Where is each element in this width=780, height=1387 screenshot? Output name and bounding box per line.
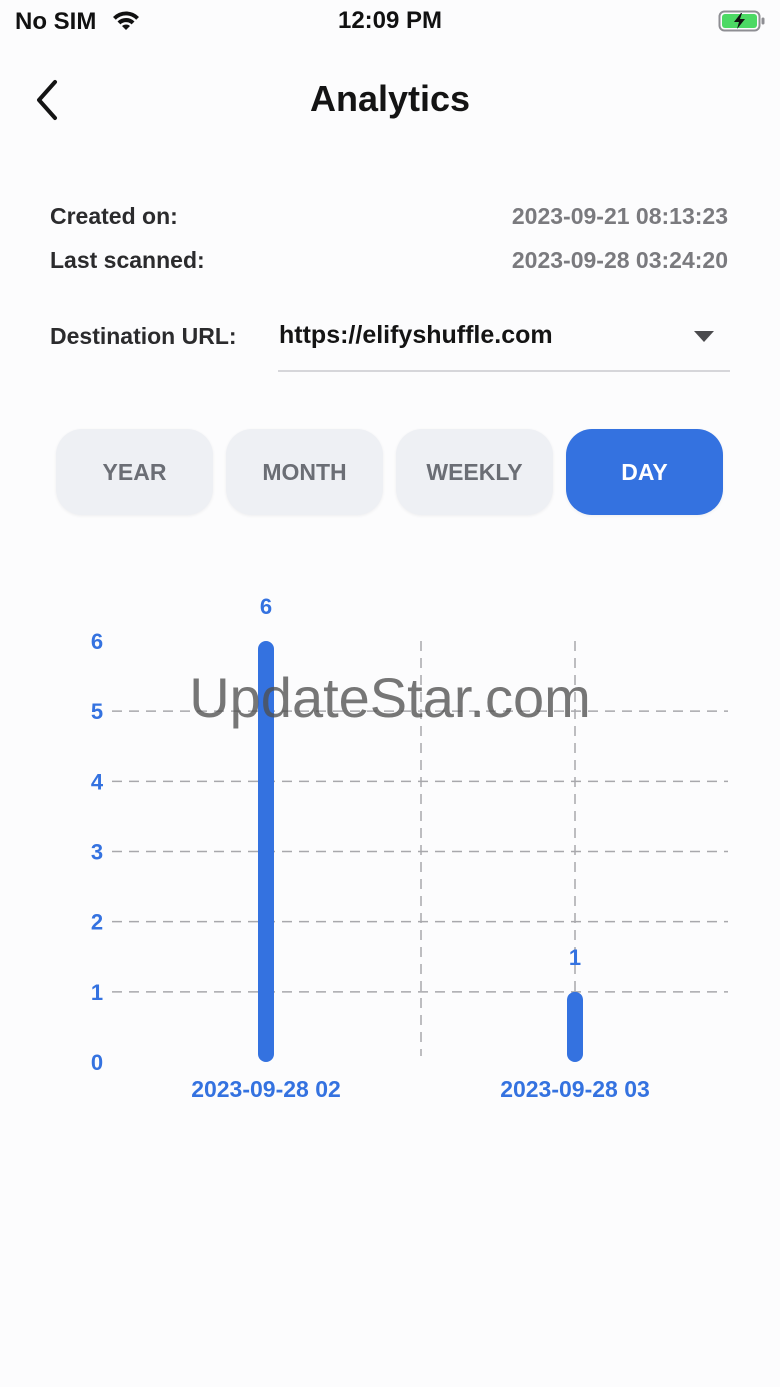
y-tick-label: 6 bbox=[91, 629, 103, 654]
bar-chart: 0 1 2 3 4 5 6 6 2023-09-28 02 1 2023-09-28 03 bbox=[91, 594, 728, 1102]
bar-data-label: 1 bbox=[569, 945, 581, 970]
destination-url-label: Destination URL: bbox=[50, 323, 237, 349]
destination-url-dropdown[interactable]: https://elifyshuffle.com bbox=[278, 310, 730, 372]
x-category-label: 2023-09-28 02 bbox=[191, 1076, 341, 1102]
created-on-label: Created on: bbox=[50, 203, 178, 229]
last-scanned-label: Last scanned: bbox=[50, 247, 205, 273]
y-tick-label: 4 bbox=[91, 769, 104, 794]
clock: 12:09 PM bbox=[337, 7, 443, 34]
battery-charging-icon bbox=[718, 9, 766, 38]
tab-month[interactable]: MONTH bbox=[226, 429, 383, 515]
bar-data-label: 6 bbox=[260, 594, 272, 619]
tab-weekly[interactable]: WEEKLY bbox=[396, 429, 553, 515]
y-tick-label: 2 bbox=[91, 910, 103, 935]
created-on-value: 2023-09-21 08:13:23 bbox=[511, 203, 728, 229]
bar bbox=[567, 991, 583, 1062]
bar bbox=[258, 641, 274, 1062]
x-category-label: 2023-09-28 03 bbox=[500, 1076, 650, 1102]
y-tick-label: 1 bbox=[91, 980, 103, 1005]
tab-day[interactable]: DAY bbox=[566, 429, 723, 515]
status-bar: No SIM 12:09 PM bbox=[0, 0, 780, 44]
page-title: Analytics bbox=[309, 78, 471, 119]
last-scanned-value: 2023-09-28 03:24:20 bbox=[511, 247, 728, 273]
y-tick-label: 0 bbox=[91, 1050, 103, 1075]
caret-down-icon bbox=[694, 331, 714, 342]
destination-url-value: https://elifyshuffle.com bbox=[279, 321, 553, 349]
y-tick-label: 3 bbox=[91, 840, 103, 865]
y-tick-label: 5 bbox=[91, 699, 103, 724]
tab-year[interactable]: YEAR bbox=[56, 429, 213, 515]
